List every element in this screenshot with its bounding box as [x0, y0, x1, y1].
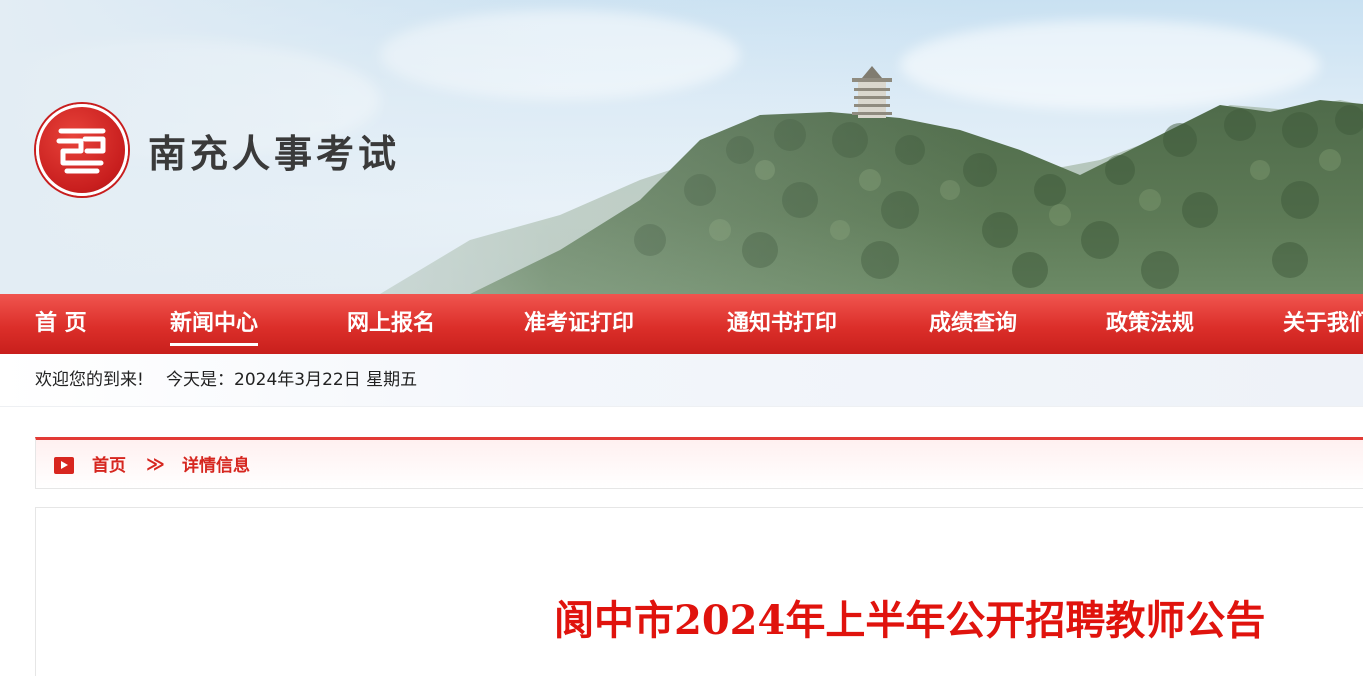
- nav-item-news-center[interactable]: 新闻中心: [170, 294, 259, 354]
- welcome-bar: 欢迎您的到来! 今天是：2024年3月22日 星期五: [0, 354, 1363, 407]
- article-container: 阆中市2024年上半年公开招聘教师公告: [35, 507, 1363, 676]
- welcome-greeting: 欢迎您的到来!: [35, 370, 144, 390]
- main-navigation: 首 页 新闻中心 网上报名 准考证打印 通知书打印 成绩查询 政策法规 关于我们: [0, 294, 1363, 354]
- site-logo[interactable]: 南充人事考试: [36, 104, 400, 196]
- nav-item-score-query[interactable]: 成绩查询: [929, 294, 1017, 354]
- nav-item-online-registration[interactable]: 网上报名: [347, 294, 435, 354]
- site-title: 南充人事考试: [148, 131, 401, 176]
- header-banner: 南充人事考试: [0, 0, 1363, 294]
- article-title: 阆中市2024年上半年公开招聘教师公告: [554, 597, 1266, 644]
- nav-item-home[interactable]: 首 页: [35, 294, 87, 354]
- nav-item-about-us[interactable]: 关于我们: [1283, 294, 1363, 354]
- play-arrow-icon: [54, 457, 74, 474]
- nav-item-admission-ticket[interactable]: 准考证打印: [524, 294, 634, 354]
- breadcrumb-current: 详情信息: [182, 456, 250, 476]
- nav-item-notice-print[interactable]: 通知书打印: [727, 294, 837, 354]
- seal-logo-icon: [36, 104, 128, 196]
- breadcrumb-separator-icon: ≫: [146, 454, 165, 475]
- current-date: 今天是：2024年3月22日 星期五: [166, 370, 418, 390]
- breadcrumb-home-link[interactable]: 首页: [92, 440, 126, 492]
- nav-item-policy[interactable]: 政策法规: [1106, 294, 1194, 354]
- breadcrumb: 首页 ≫ 详情信息: [35, 437, 1363, 489]
